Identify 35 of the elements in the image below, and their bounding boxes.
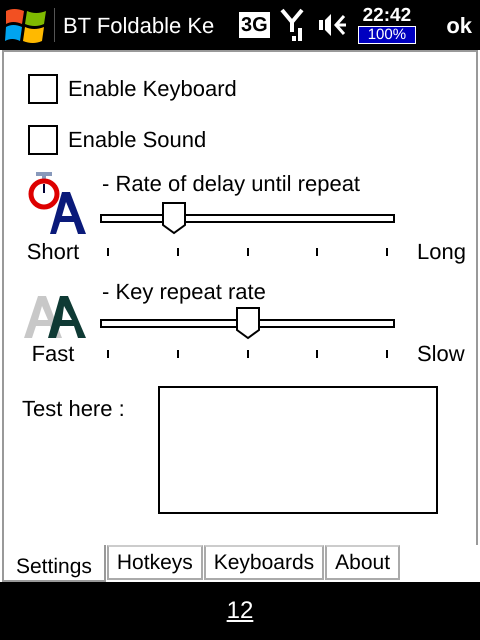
slider-max-label: Long	[416, 238, 467, 266]
slider-thumb[interactable]	[234, 306, 260, 340]
clock[interactable]: 22:42	[362, 6, 412, 26]
checkbox[interactable]	[28, 124, 58, 154]
tab[interactable]: About	[325, 545, 400, 580]
slider-tick	[107, 350, 109, 358]
slider-tick	[176, 350, 179, 358]
slider-tick	[386, 350, 388, 358]
ok-button[interactable]: ok	[446, 8, 472, 42]
slider-tick	[316, 350, 318, 358]
network-badge: 3G	[239, 12, 270, 38]
field-label: Test here :	[22, 395, 126, 423]
slider-tick	[246, 248, 248, 256]
slider-tick	[246, 350, 248, 358]
window-title: BT Foldable Ke	[63, 12, 216, 40]
slider-label: - Rate of delay until repeat	[101, 170, 362, 198]
slider-min-label: Short	[26, 238, 80, 266]
tab[interactable]: Hotkeys	[106, 545, 203, 580]
checkbox-label[interactable]: Enable Sound	[68, 123, 206, 156]
slider-thumb[interactable]	[160, 201, 187, 235]
slider-tick	[316, 248, 318, 256]
tab[interactable]: Keyboards	[204, 545, 324, 580]
slider-min-label: Fast	[30, 340, 76, 368]
slider-tick	[176, 248, 179, 256]
checkbox-label[interactable]: Enable Keyboard	[68, 72, 237, 105]
signal-icon[interactable]	[280, 8, 306, 42]
softkey-link[interactable]: 12	[226, 593, 254, 629]
tab[interactable]: Settings	[2, 545, 106, 582]
checkbox[interactable]	[28, 74, 58, 104]
slider-tick	[386, 248, 388, 256]
slider-max-label: Slow	[416, 340, 466, 368]
slider-tick	[107, 248, 109, 256]
battery-level[interactable]: 100%	[358, 26, 416, 44]
slider-label: - Key repeat rate	[101, 278, 267, 306]
test-input-field[interactable]	[158, 386, 438, 514]
